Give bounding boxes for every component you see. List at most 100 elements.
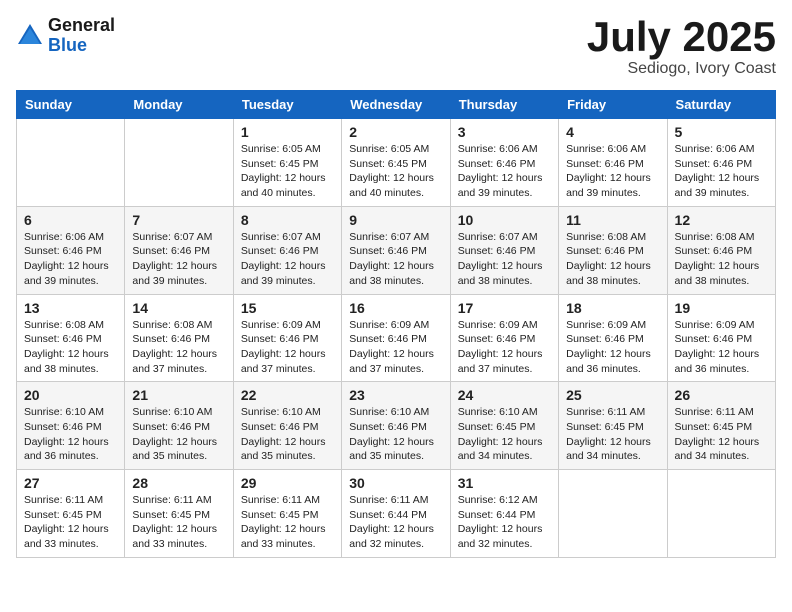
table-row: 27 Sunrise: 6:11 AMSunset: 6:45 PMDaylig…	[17, 470, 125, 558]
day-number: 20	[24, 387, 117, 403]
calendar-header-row: Sunday Monday Tuesday Wednesday Thursday…	[17, 91, 776, 119]
day-info: Sunrise: 6:10 AMSunset: 6:46 PMDaylight:…	[241, 405, 334, 464]
day-number: 30	[349, 475, 442, 491]
day-info: Sunrise: 6:09 AMSunset: 6:46 PMDaylight:…	[458, 318, 551, 377]
calendar-week-row: 1 Sunrise: 6:05 AMSunset: 6:45 PMDayligh…	[17, 119, 776, 207]
table-row: 10 Sunrise: 6:07 AMSunset: 6:46 PMDaylig…	[450, 206, 558, 294]
day-info: Sunrise: 6:07 AMSunset: 6:46 PMDaylight:…	[132, 230, 225, 289]
table-row: 3 Sunrise: 6:06 AMSunset: 6:46 PMDayligh…	[450, 119, 558, 207]
table-row: 8 Sunrise: 6:07 AMSunset: 6:46 PMDayligh…	[233, 206, 341, 294]
day-info: Sunrise: 6:06 AMSunset: 6:46 PMDaylight:…	[675, 142, 768, 201]
day-number: 29	[241, 475, 334, 491]
day-number: 5	[675, 124, 768, 140]
day-info: Sunrise: 6:07 AMSunset: 6:46 PMDaylight:…	[241, 230, 334, 289]
day-number: 16	[349, 300, 442, 316]
table-row: 23 Sunrise: 6:10 AMSunset: 6:46 PMDaylig…	[342, 382, 450, 470]
header-wednesday: Wednesday	[342, 91, 450, 119]
day-info: Sunrise: 6:05 AMSunset: 6:45 PMDaylight:…	[241, 142, 334, 201]
day-number: 22	[241, 387, 334, 403]
day-number: 12	[675, 212, 768, 228]
header-thursday: Thursday	[450, 91, 558, 119]
day-info: Sunrise: 6:08 AMSunset: 6:46 PMDaylight:…	[675, 230, 768, 289]
calendar-table: Sunday Monday Tuesday Wednesday Thursday…	[16, 90, 776, 558]
day-number: 31	[458, 475, 551, 491]
logo: General Blue	[16, 16, 115, 56]
day-info: Sunrise: 6:11 AMSunset: 6:45 PMDaylight:…	[241, 493, 334, 552]
day-number: 28	[132, 475, 225, 491]
day-number: 26	[675, 387, 768, 403]
table-row: 5 Sunrise: 6:06 AMSunset: 6:46 PMDayligh…	[667, 119, 775, 207]
table-row: 14 Sunrise: 6:08 AMSunset: 6:46 PMDaylig…	[125, 294, 233, 382]
day-info: Sunrise: 6:10 AMSunset: 6:46 PMDaylight:…	[132, 405, 225, 464]
table-row: 18 Sunrise: 6:09 AMSunset: 6:46 PMDaylig…	[559, 294, 667, 382]
day-info: Sunrise: 6:11 AMSunset: 6:44 PMDaylight:…	[349, 493, 442, 552]
day-info: Sunrise: 6:08 AMSunset: 6:46 PMDaylight:…	[24, 318, 117, 377]
day-number: 8	[241, 212, 334, 228]
day-info: Sunrise: 6:09 AMSunset: 6:46 PMDaylight:…	[241, 318, 334, 377]
table-row: 25 Sunrise: 6:11 AMSunset: 6:45 PMDaylig…	[559, 382, 667, 470]
table-row: 29 Sunrise: 6:11 AMSunset: 6:45 PMDaylig…	[233, 470, 341, 558]
table-row	[125, 119, 233, 207]
table-row: 16 Sunrise: 6:09 AMSunset: 6:46 PMDaylig…	[342, 294, 450, 382]
day-info: Sunrise: 6:08 AMSunset: 6:46 PMDaylight:…	[132, 318, 225, 377]
day-info: Sunrise: 6:06 AMSunset: 6:46 PMDaylight:…	[24, 230, 117, 289]
table-row	[667, 470, 775, 558]
table-row: 12 Sunrise: 6:08 AMSunset: 6:46 PMDaylig…	[667, 206, 775, 294]
day-number: 24	[458, 387, 551, 403]
table-row: 22 Sunrise: 6:10 AMSunset: 6:46 PMDaylig…	[233, 382, 341, 470]
day-number: 7	[132, 212, 225, 228]
table-row: 2 Sunrise: 6:05 AMSunset: 6:45 PMDayligh…	[342, 119, 450, 207]
table-row: 21 Sunrise: 6:10 AMSunset: 6:46 PMDaylig…	[125, 382, 233, 470]
table-row: 19 Sunrise: 6:09 AMSunset: 6:46 PMDaylig…	[667, 294, 775, 382]
table-row: 7 Sunrise: 6:07 AMSunset: 6:46 PMDayligh…	[125, 206, 233, 294]
table-row: 1 Sunrise: 6:05 AMSunset: 6:45 PMDayligh…	[233, 119, 341, 207]
title-block: July 2025 Sediogo, Ivory Coast	[587, 16, 776, 78]
logo-icon	[16, 22, 44, 50]
day-number: 2	[349, 124, 442, 140]
day-info: Sunrise: 6:05 AMSunset: 6:45 PMDaylight:…	[349, 142, 442, 201]
table-row: 30 Sunrise: 6:11 AMSunset: 6:44 PMDaylig…	[342, 470, 450, 558]
day-number: 11	[566, 212, 659, 228]
table-row: 28 Sunrise: 6:11 AMSunset: 6:45 PMDaylig…	[125, 470, 233, 558]
day-info: Sunrise: 6:11 AMSunset: 6:45 PMDaylight:…	[132, 493, 225, 552]
day-info: Sunrise: 6:06 AMSunset: 6:46 PMDaylight:…	[458, 142, 551, 201]
location-subtitle: Sediogo, Ivory Coast	[587, 60, 776, 78]
day-number: 17	[458, 300, 551, 316]
page-header: General Blue July 2025 Sediogo, Ivory Co…	[16, 16, 776, 78]
table-row: 9 Sunrise: 6:07 AMSunset: 6:46 PMDayligh…	[342, 206, 450, 294]
table-row: 6 Sunrise: 6:06 AMSunset: 6:46 PMDayligh…	[17, 206, 125, 294]
day-number: 18	[566, 300, 659, 316]
table-row	[559, 470, 667, 558]
table-row: 31 Sunrise: 6:12 AMSunset: 6:44 PMDaylig…	[450, 470, 558, 558]
day-info: Sunrise: 6:07 AMSunset: 6:46 PMDaylight:…	[458, 230, 551, 289]
day-number: 25	[566, 387, 659, 403]
day-number: 4	[566, 124, 659, 140]
day-info: Sunrise: 6:09 AMSunset: 6:46 PMDaylight:…	[675, 318, 768, 377]
day-info: Sunrise: 6:08 AMSunset: 6:46 PMDaylight:…	[566, 230, 659, 289]
calendar-week-row: 20 Sunrise: 6:10 AMSunset: 6:46 PMDaylig…	[17, 382, 776, 470]
table-row: 11 Sunrise: 6:08 AMSunset: 6:46 PMDaylig…	[559, 206, 667, 294]
day-number: 21	[132, 387, 225, 403]
table-row: 26 Sunrise: 6:11 AMSunset: 6:45 PMDaylig…	[667, 382, 775, 470]
day-info: Sunrise: 6:09 AMSunset: 6:46 PMDaylight:…	[349, 318, 442, 377]
day-info: Sunrise: 6:10 AMSunset: 6:46 PMDaylight:…	[24, 405, 117, 464]
day-number: 15	[241, 300, 334, 316]
day-number: 19	[675, 300, 768, 316]
day-info: Sunrise: 6:11 AMSunset: 6:45 PMDaylight:…	[566, 405, 659, 464]
table-row: 4 Sunrise: 6:06 AMSunset: 6:46 PMDayligh…	[559, 119, 667, 207]
logo-blue-text: Blue	[48, 36, 115, 56]
day-number: 13	[24, 300, 117, 316]
day-number: 9	[349, 212, 442, 228]
header-monday: Monday	[125, 91, 233, 119]
table-row: 15 Sunrise: 6:09 AMSunset: 6:46 PMDaylig…	[233, 294, 341, 382]
day-info: Sunrise: 6:12 AMSunset: 6:44 PMDaylight:…	[458, 493, 551, 552]
logo-general-text: General	[48, 16, 115, 36]
day-info: Sunrise: 6:06 AMSunset: 6:46 PMDaylight:…	[566, 142, 659, 201]
table-row: 20 Sunrise: 6:10 AMSunset: 6:46 PMDaylig…	[17, 382, 125, 470]
header-friday: Friday	[559, 91, 667, 119]
day-number: 6	[24, 212, 117, 228]
day-number: 14	[132, 300, 225, 316]
header-saturday: Saturday	[667, 91, 775, 119]
calendar-week-row: 13 Sunrise: 6:08 AMSunset: 6:46 PMDaylig…	[17, 294, 776, 382]
table-row: 24 Sunrise: 6:10 AMSunset: 6:45 PMDaylig…	[450, 382, 558, 470]
